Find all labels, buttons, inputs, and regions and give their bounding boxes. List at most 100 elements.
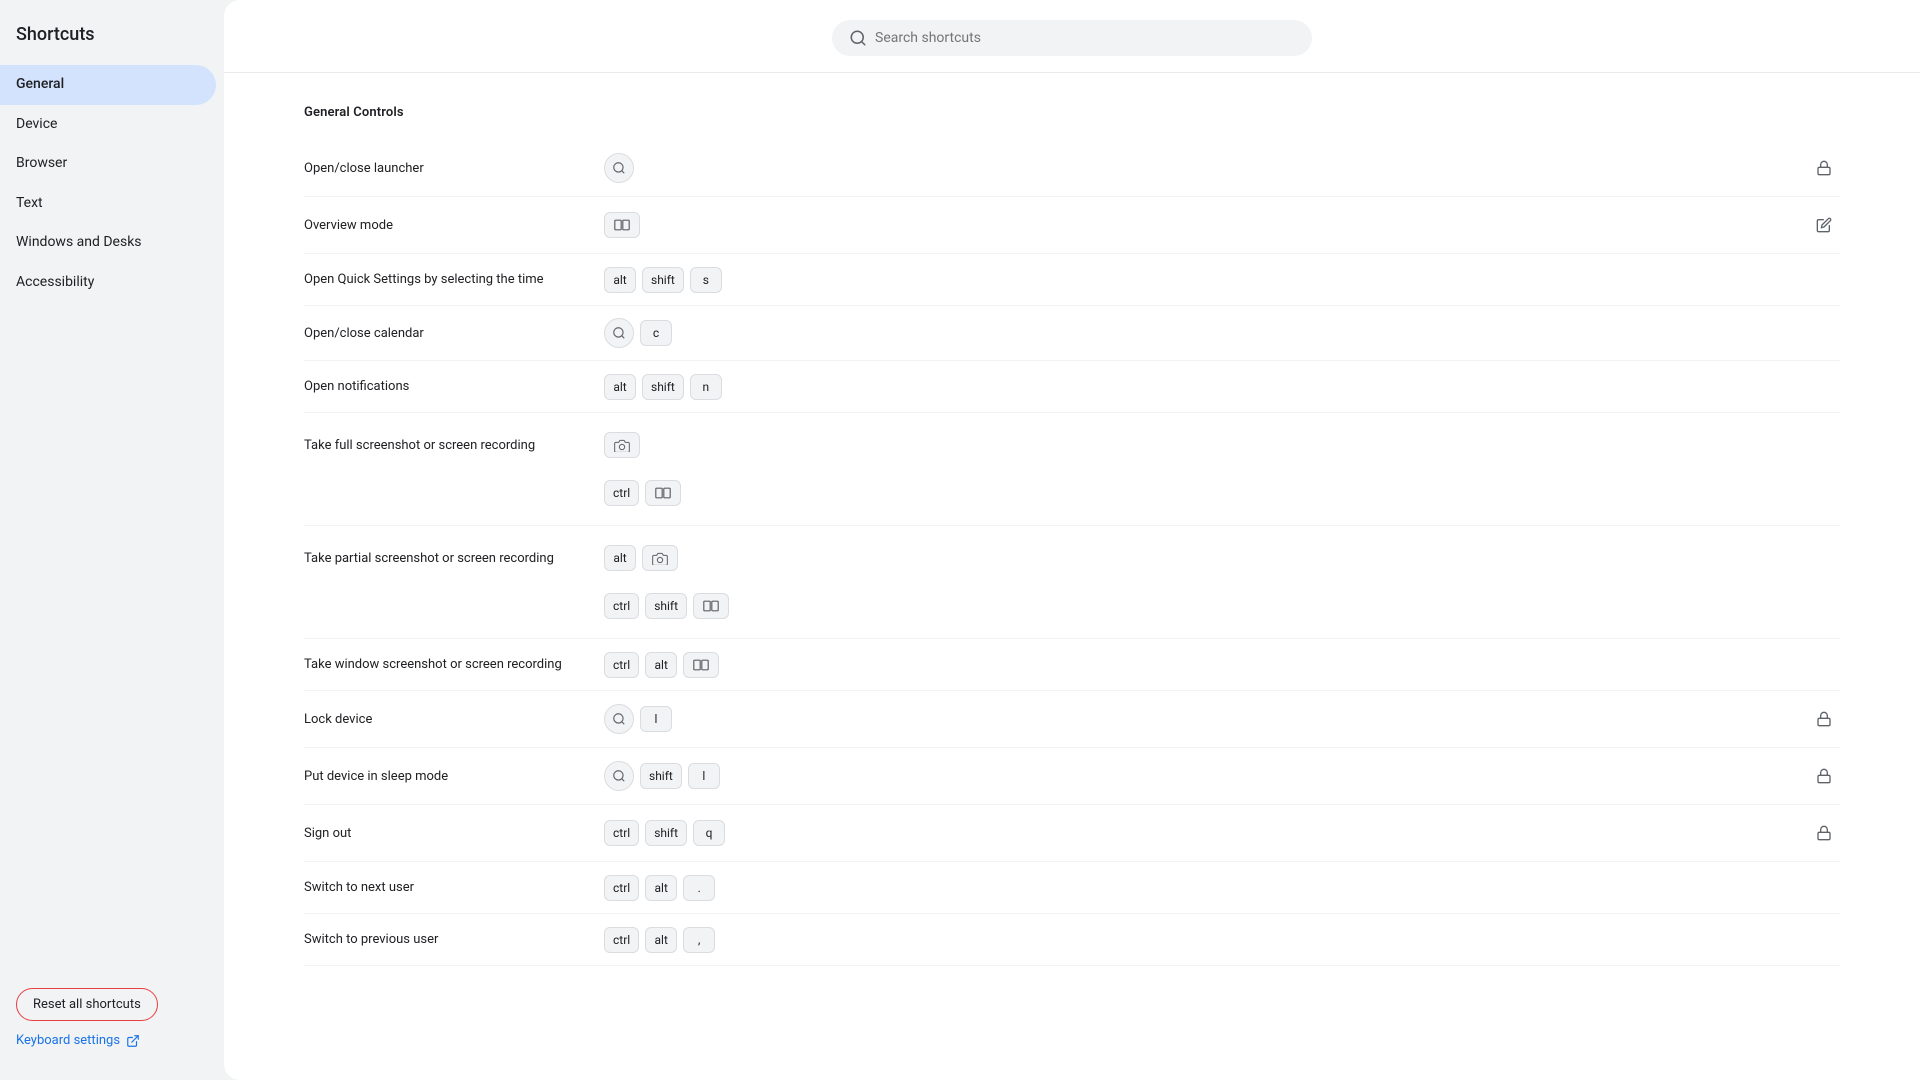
shortcut-label-open-close-launcher: Open/close launcher: [304, 161, 604, 176]
lock-action-icon-4[interactable]: [1808, 817, 1840, 849]
key-alt-3: alt: [604, 545, 636, 571]
search-bar: [832, 20, 1312, 56]
shortcut-row-open-close-launcher: Open/close launcher: [304, 140, 1840, 197]
shortcut-row-screenshot-full-2: ctrl: [304, 469, 1840, 521]
sidebar-item-windows-and-desks[interactable]: Windows and Desks: [0, 223, 216, 263]
shortcut-keys-switch-prev: ctrl alt ,: [604, 927, 1840, 953]
key-ctrl-5: ctrl: [604, 875, 639, 901]
shortcut-row-switch-prev: Switch to previous user ctrl alt ,: [304, 914, 1840, 966]
lock-action-icon-2[interactable]: [1808, 703, 1840, 735]
shortcut-keys-screenshot-partial-1: alt: [604, 545, 1840, 571]
search-bar-container: [224, 0, 1920, 73]
search-key-icon-2: [604, 318, 634, 348]
search-icon: [849, 29, 867, 47]
key-shift: shift: [642, 267, 684, 293]
search-key-icon-4: [604, 761, 634, 791]
shortcut-row-switch-next: Switch to next user ctrl alt .: [304, 862, 1840, 914]
shortcut-label-lock-device: Lock device: [304, 712, 604, 727]
shortcut-row-overview-mode: Overview mode: [304, 197, 1840, 254]
overview-key-icon-3: [693, 593, 729, 619]
content-area: General Controls Open/close launcher Ove…: [224, 73, 1920, 1080]
camera-key-icon-2: [642, 545, 678, 571]
shortcut-keys-sleep-mode: shift l: [604, 761, 1808, 791]
key-ctrl-4: ctrl: [604, 820, 639, 846]
search-key-icon-3: [604, 704, 634, 734]
key-l: l: [640, 706, 672, 732]
sidebar-nav: General Device Browser Text Windows and …: [0, 65, 224, 976]
key-ctrl-2: ctrl: [604, 593, 639, 619]
shortcut-row-screenshot-window: Take window screenshot or screen recordi…: [304, 639, 1840, 691]
key-ctrl-6: ctrl: [604, 927, 639, 953]
sidebar: Shortcuts General Device Browser Text Wi…: [0, 0, 224, 1080]
key-c: c: [640, 320, 672, 346]
shortcut-label-switch-prev: Switch to previous user: [304, 932, 604, 947]
shortcut-keys-quick-settings: alt shift s: [604, 267, 1840, 293]
shortcut-keys-calendar: c: [604, 318, 1840, 348]
camera-key-icon: [604, 432, 640, 458]
shortcut-label-notifications: Open notifications: [304, 379, 604, 394]
shortcut-label-sleep-mode: Put device in sleep mode: [304, 769, 604, 784]
key-shift-2: shift: [642, 374, 684, 400]
shortcut-label-switch-next: Switch to next user: [304, 880, 604, 895]
keyboard-settings-link[interactable]: Keyboard settings: [16, 1029, 208, 1052]
key-shift-4: shift: [640, 763, 682, 789]
shortcut-label-quick-settings: Open Quick Settings by selecting the tim…: [304, 272, 604, 287]
shortcut-label-calendar: Open/close calendar: [304, 326, 604, 341]
shortcut-label-overview-mode: Overview mode: [304, 218, 604, 233]
shortcut-keys-switch-next: ctrl alt .: [604, 875, 1840, 901]
section-title: General Controls: [304, 105, 1840, 120]
shortcut-keys-sign-out: ctrl shift q: [604, 820, 1808, 846]
lock-action-icon[interactable]: [1808, 152, 1840, 184]
shortcut-row-notifications: Open notifications alt shift n: [304, 361, 1840, 413]
key-alt-4: alt: [645, 652, 677, 678]
search-input[interactable]: [875, 30, 1295, 46]
shortcut-row-screenshot-partial-2: ctrl shift: [304, 582, 1840, 634]
sidebar-item-general[interactable]: General: [0, 65, 216, 105]
sidebar-item-browser[interactable]: Browser: [0, 144, 216, 184]
shortcut-keys-screenshot-full-2: ctrl: [604, 480, 1840, 506]
sidebar-item-device[interactable]: Device: [0, 105, 216, 145]
shortcut-row-screenshot-partial-1: Take partial screenshot or screen record…: [304, 530, 1840, 582]
sidebar-bottom: Reset all shortcuts Keyboard settings: [0, 976, 224, 1064]
shortcut-keys-screenshot-partial-2: ctrl shift: [604, 593, 1840, 619]
key-ctrl: ctrl: [604, 480, 639, 506]
shortcut-keys-lock-device: l: [604, 704, 1808, 734]
app-title: Shortcuts: [0, 16, 224, 65]
shortcut-label-screenshot-partial: Take partial screenshot or screen record…: [304, 551, 604, 566]
reset-all-shortcuts-button[interactable]: Reset all shortcuts: [16, 988, 158, 1021]
shortcut-label-screenshot-window: Take window screenshot or screen recordi…: [304, 657, 604, 672]
shortcut-row-calendar: Open/close calendar c: [304, 306, 1840, 361]
external-link-icon: [126, 1034, 140, 1048]
shortcut-row-sleep-mode: Put device in sleep mode shift l: [304, 748, 1840, 805]
key-shift-5: shift: [645, 820, 687, 846]
lock-action-icon-3[interactable]: [1808, 760, 1840, 792]
key-alt: alt: [604, 267, 636, 293]
key-ctrl-3: ctrl: [604, 652, 639, 678]
key-n: n: [690, 374, 722, 400]
main-content: General Controls Open/close launcher Ove…: [224, 0, 1920, 1080]
key-shift-3: shift: [645, 593, 687, 619]
shortcut-keys-screenshot-window: ctrl alt: [604, 652, 1840, 678]
shortcut-row-group-screenshot-partial: Take partial screenshot or screen record…: [304, 526, 1840, 639]
shortcut-keys-screenshot-full-1: [604, 432, 1840, 458]
shortcut-keys-notifications: alt shift n: [604, 374, 1840, 400]
shortcut-keys-open-close-launcher: [604, 153, 1808, 183]
shortcut-row-group-screenshot-full: Take full screenshot or screen recording…: [304, 413, 1840, 526]
shortcut-row-lock-device: Lock device l: [304, 691, 1840, 748]
overview-key-icon-2: [645, 480, 681, 506]
shortcut-row-sign-out: Sign out ctrl shift q: [304, 805, 1840, 862]
edit-action-icon[interactable]: [1808, 209, 1840, 241]
sidebar-item-text[interactable]: Text: [0, 184, 216, 224]
key-q: q: [693, 820, 725, 846]
key-dot: .: [683, 875, 715, 901]
key-comma: ,: [683, 927, 715, 953]
key-s: s: [690, 267, 722, 293]
overview-key-icon: [604, 212, 640, 238]
search-key-icon: [604, 153, 634, 183]
key-l-2: l: [688, 763, 720, 789]
shortcut-keys-overview-mode: [604, 212, 1808, 238]
overview-key-icon-4: [683, 652, 719, 678]
shortcut-row-quick-settings: Open Quick Settings by selecting the tim…: [304, 254, 1840, 306]
sidebar-item-accessibility[interactable]: Accessibility: [0, 263, 216, 303]
shortcut-row-screenshot-full-1: Take full screenshot or screen recording: [304, 417, 1840, 469]
